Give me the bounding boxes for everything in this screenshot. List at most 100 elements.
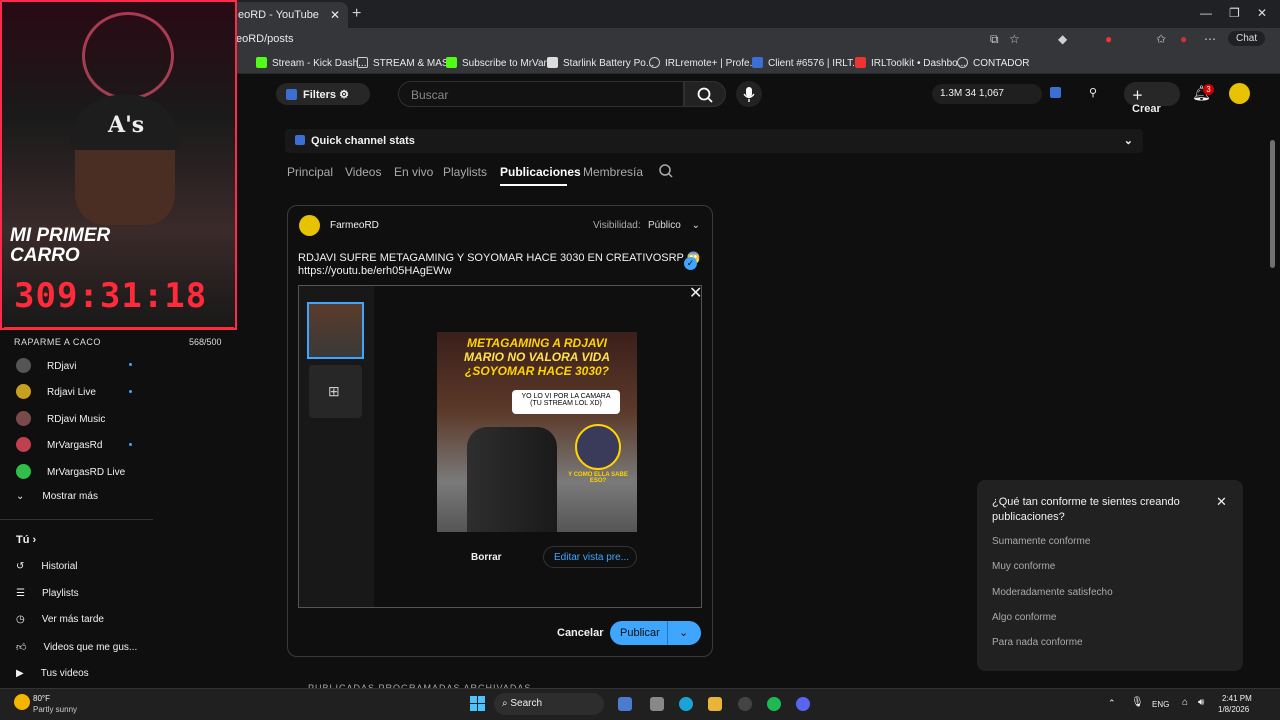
- survey-option[interactable]: Algo conforme: [992, 612, 1056, 623]
- sidebar-item-playlists[interactable]: ☰ Playlists: [16, 588, 79, 599]
- avatar: [16, 437, 31, 452]
- windows-start-icon[interactable]: [470, 696, 485, 711]
- bookmark-label: IRLremote+ | Profe...: [665, 58, 758, 69]
- task-view-icon[interactable]: [650, 697, 664, 711]
- filters-button[interactable]: Filters ⚙: [276, 83, 370, 105]
- quick-stats-label: Quick channel stats: [311, 135, 415, 147]
- obs-icon[interactable]: [738, 697, 752, 711]
- preview-image: METAGAMING A RDJAVI MARIO NO VALORA VIDA…: [437, 332, 637, 532]
- tab-playlists[interactable]: Playlists: [443, 165, 487, 179]
- sidebar-item-history[interactable]: ↺ Historial: [16, 561, 78, 572]
- delete-button[interactable]: Borrar: [471, 552, 502, 563]
- search-button[interactable]: [684, 81, 726, 107]
- close-survey-icon[interactable]: ✕: [1216, 494, 1227, 510]
- profile-icon[interactable]: ●: [1180, 32, 1187, 46]
- sidebar-item-watch-later[interactable]: ◷ Ver más tarde: [16, 614, 104, 625]
- volume-icon[interactable]: 🔊︎: [1198, 697, 1204, 708]
- extension-red-icon[interactable]: ●: [1105, 32, 1112, 46]
- thumbnail-selected[interactable]: [307, 302, 364, 359]
- edit-preview-button[interactable]: Editar vista pre...: [543, 546, 637, 568]
- clock-date[interactable]: 1/8/2026: [1218, 705, 1249, 714]
- channel-avatar: [299, 215, 320, 236]
- avatar: [16, 411, 31, 426]
- sidebar-item-your-videos[interactable]: ▶ Tus videos: [16, 668, 89, 679]
- scrollbar[interactable]: [1270, 140, 1275, 268]
- copilot-chat-button[interactable]: Chat: [1228, 31, 1266, 46]
- sidebar-show-more[interactable]: ⌄ Mostrar más: [16, 491, 98, 502]
- sidebar-you-header[interactable]: Tú ›: [16, 534, 36, 546]
- visibility-select[interactable]: Público ⌄: [648, 220, 700, 231]
- bookmark-item[interactable]: Starlink Battery Po...: [547, 57, 654, 69]
- app-icon[interactable]: [618, 697, 632, 711]
- channel-search-icon[interactable]: [658, 163, 674, 182]
- tab-videos[interactable]: Videos: [345, 165, 381, 179]
- tab-membership[interactable]: Membresía: [583, 165, 643, 179]
- playlist-icon: ☰: [16, 588, 25, 599]
- sidebar-sub-rdjavi[interactable]: RDjavi: [16, 358, 76, 373]
- close-tab-icon[interactable]: ✕: [330, 8, 340, 22]
- search-input[interactable]: Buscar: [398, 81, 684, 107]
- publish-options-button[interactable]: ⌄: [667, 621, 701, 645]
- minimize-icon[interactable]: —: [1200, 6, 1212, 20]
- pin-icon[interactable]: ⚲: [1089, 86, 1097, 99]
- publish-button[interactable]: Publicar: [610, 621, 667, 645]
- new-tab-icon[interactable]: +: [352, 5, 361, 23]
- tab-principal[interactable]: Principal: [287, 165, 333, 179]
- survey-option[interactable]: Para nada conforme: [992, 637, 1083, 648]
- survey-option[interactable]: Sumamente conforme: [992, 536, 1090, 547]
- create-button[interactable]: ＋ Crear: [1124, 82, 1180, 115]
- sidebar-item-liked[interactable]: 👍︎ Videos que me gus...: [16, 641, 137, 653]
- survey-option[interactable]: Muy conforme: [992, 561, 1055, 572]
- badge-caption: Y COMO ELLA SABE ESO?: [568, 472, 628, 484]
- mic-button[interactable]: [736, 81, 762, 107]
- file-explorer-icon[interactable]: [708, 697, 722, 711]
- sidebar-sub-rdjavi-live[interactable]: Rdjavi Live: [16, 384, 96, 399]
- mic-icon[interactable]: 🎙︎: [1131, 697, 1144, 708]
- quick-channel-stats[interactable]: Quick channel stats ⌄: [285, 129, 1143, 153]
- avatar[interactable]: [1229, 83, 1250, 104]
- tab-live[interactable]: En vivo: [394, 165, 433, 179]
- language-indicator[interactable]: ENG: [1152, 700, 1169, 709]
- sidebar-sub-mrvargasrd-live[interactable]: MrVargasRD Live: [16, 464, 125, 479]
- spotify-icon[interactable]: [767, 697, 781, 711]
- tab-posts[interactable]: Publicaciones: [500, 165, 581, 179]
- bookmark-item[interactable]: Stream - Kick Dash...: [256, 57, 366, 69]
- clock-time[interactable]: 2:41 PM: [1222, 694, 1252, 703]
- post-link[interactable]: https://youtu.be/erh05HAgEWw: [298, 265, 451, 277]
- star-icon[interactable]: ☆: [1009, 32, 1020, 46]
- stats-extension-icon[interactable]: [1050, 87, 1061, 98]
- more-menu-icon[interactable]: ⋯: [1204, 32, 1216, 46]
- sidebar-sub-rdjavi-music[interactable]: RDjavi Music: [16, 411, 105, 426]
- add-image-button[interactable]: ⊞: [309, 365, 362, 418]
- browser-tab[interactable]: eoRD - YouTube ✕: [232, 2, 348, 28]
- discord-icon[interactable]: [796, 697, 810, 711]
- survey-option[interactable]: Moderadamente satisfecho: [992, 587, 1113, 598]
- sidebar-item-label: RDjavi Music: [47, 414, 106, 425]
- speech-bubble: YO LO VI POR LA CAMARA (TU STREAM LOL XD…: [512, 390, 620, 414]
- url-field[interactable]: eoRD/posts: [236, 33, 293, 45]
- close-preview-icon[interactable]: ✕: [689, 283, 702, 303]
- sidebar-sub-mrvargasrd[interactable]: MrVargasRd: [16, 437, 102, 452]
- open-in-app-icon[interactable]: ⧉: [990, 32, 999, 47]
- image-caption: MARIO NO VALORA VIDA: [464, 350, 610, 364]
- post-text[interactable]: RDJAVI SUFRE METAGAMING Y SOYOMAR HACE 3…: [298, 251, 700, 264]
- wifi-icon[interactable]: ⌂: [1182, 697, 1188, 708]
- chevron-up-icon[interactable]: ⌃: [1108, 698, 1116, 709]
- favorites-icon[interactable]: ✩: [1156, 32, 1166, 46]
- bookmark-item[interactable]: Client #6576 | IRLT...: [752, 57, 860, 69]
- bookmark-item[interactable]: CONTADOR: [957, 57, 1029, 69]
- bookmark-item[interactable]: STREAM & MAS: [357, 57, 449, 69]
- bookmark-item[interactable]: Subscribe to MrVar...: [446, 57, 555, 69]
- bookmark-item[interactable]: IRLremote+ | Profe...: [649, 57, 758, 69]
- close-window-icon[interactable]: ✕: [1257, 6, 1267, 20]
- bookmark-item[interactable]: IRLToolkit • Dashbo...: [855, 57, 966, 69]
- chevron-down-icon: ⌄: [1123, 135, 1133, 147]
- extension-icon[interactable]: ◆: [1058, 32, 1067, 46]
- taskbar-search[interactable]: ⌕ Search: [494, 693, 604, 715]
- edge-icon[interactable]: [679, 697, 693, 711]
- avatar: [16, 464, 31, 479]
- characters-figure: [467, 427, 557, 532]
- cancel-button[interactable]: Cancelar: [557, 627, 603, 639]
- maximize-icon[interactable]: ❐: [1229, 6, 1240, 20]
- weather-icon[interactable]: [14, 694, 30, 710]
